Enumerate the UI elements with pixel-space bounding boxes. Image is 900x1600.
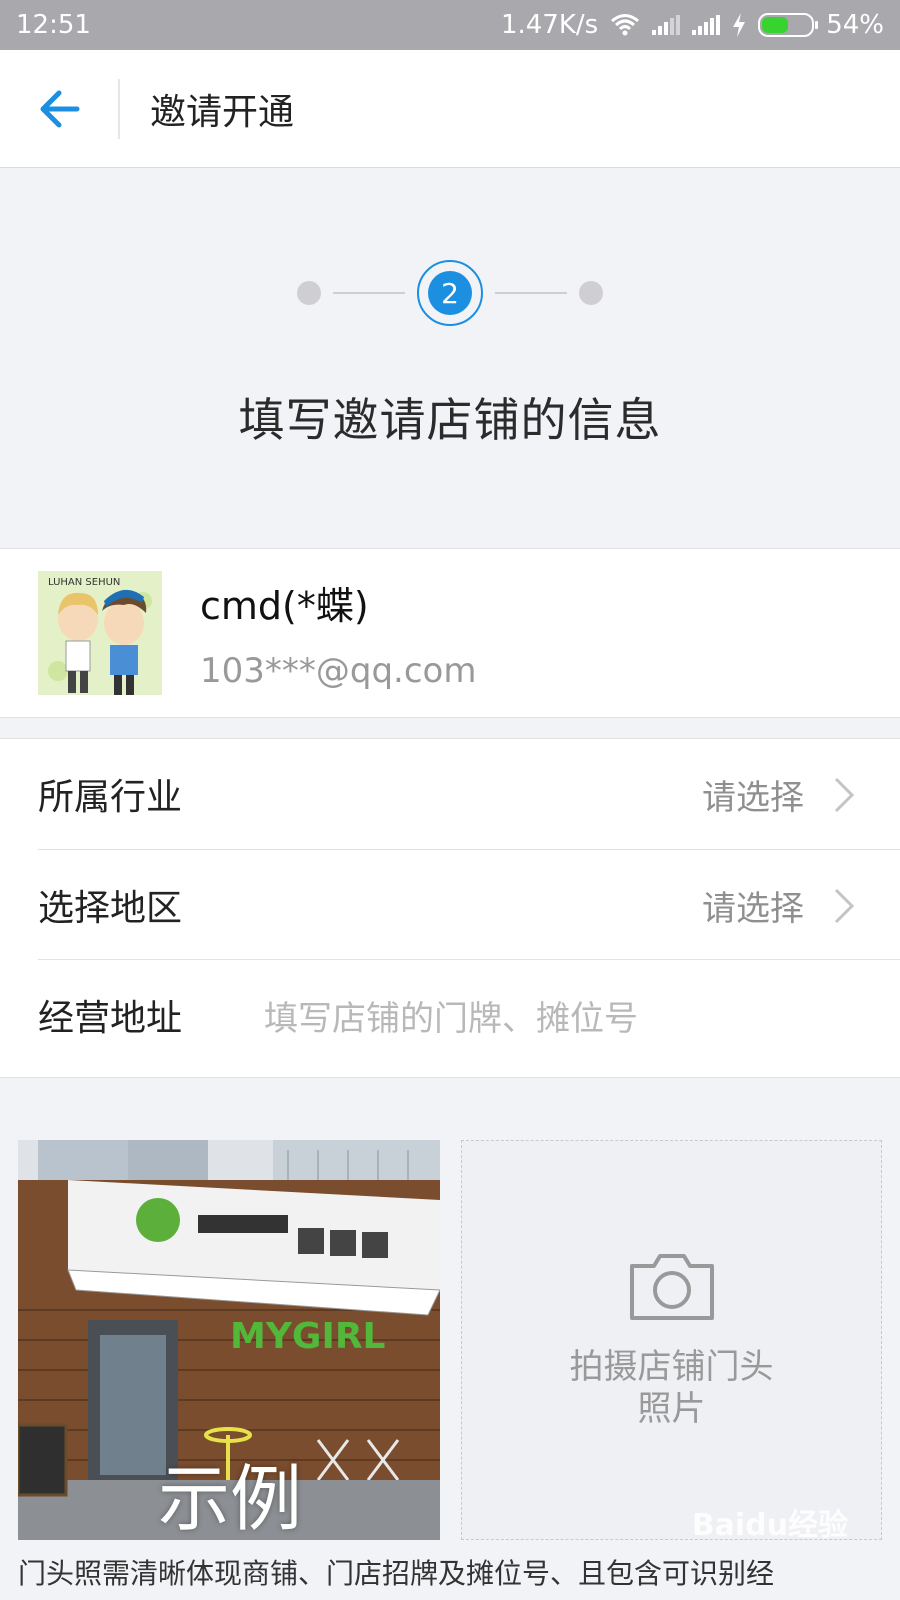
- region-label: 选择地区: [38, 888, 183, 929]
- industry-row[interactable]: 所属行业 请选择: [0, 739, 900, 849]
- app-bar: 邀请开通: [0, 50, 900, 168]
- industry-value[interactable]: 请选择: [702, 770, 804, 819]
- step-dot-1: [297, 281, 321, 305]
- photo-requirement-note: 门头照需清晰体现商铺、门店招牌及摊位号、且包含可识别经: [18, 1557, 775, 1590]
- step-dot-3: [579, 281, 603, 305]
- user-name: cmd(*蝶): [200, 584, 369, 628]
- region-value[interactable]: 请选择: [702, 881, 804, 930]
- svg-text:LUHAN SEHUN: LUHAN SEHUN: [48, 577, 120, 588]
- address-input[interactable]: 填写店铺的门牌、摊位号: [264, 991, 638, 1040]
- store-sign-text: MYGIRL: [230, 1316, 386, 1357]
- battery-icon: [758, 13, 819, 37]
- step-heading: 填写邀请店铺的信息: [238, 393, 662, 447]
- signal-icon: [652, 15, 681, 35]
- status-time: 12:51: [16, 10, 91, 40]
- industry-label: 所属行业: [38, 777, 183, 818]
- step-indicator: 2: [0, 258, 900, 328]
- wifi-icon: [611, 14, 640, 36]
- signal-icon: [692, 15, 721, 35]
- chevron-right-icon: [834, 777, 855, 813]
- store-info-form: 所属行业 请选择 选择地区 请选择 经营地址 填写店铺的门牌、摊位号: [0, 738, 900, 1078]
- status-icons: 1.47K/s 54%: [501, 10, 884, 40]
- step-connector: [333, 292, 405, 294]
- avatar: LUHAN SEHUN: [38, 571, 162, 695]
- camera-icon: [629, 1254, 714, 1320]
- address-label: 经营地址: [38, 998, 183, 1039]
- arrow-left-icon[interactable]: [37, 89, 81, 129]
- upload-label: 拍摄店铺门头照片: [569, 1347, 774, 1429]
- network-speed: 1.47K/s: [500, 10, 599, 40]
- user-card: LUHAN SEHUN cmd(*蝶) 103***@qq.com: [0, 548, 900, 718]
- back-button[interactable]: [0, 78, 120, 139]
- battery-percent: 54%: [826, 10, 884, 40]
- upload-store-photo-button[interactable]: 拍摄店铺门头照片: [461, 1140, 882, 1540]
- address-row[interactable]: 经营地址 填写店铺的门牌、摊位号: [0, 960, 900, 1070]
- example-label: 示例: [158, 1457, 303, 1540]
- charging-icon: [733, 13, 746, 37]
- example-store-photo: MYGIRL 示例: [18, 1140, 440, 1540]
- page-title: 邀请开通: [150, 91, 295, 133]
- chevron-right-icon: [834, 888, 855, 924]
- step-connector: [495, 292, 567, 294]
- step-number: 2: [428, 271, 472, 315]
- watermark: Baidu经验: [691, 1508, 848, 1543]
- step-current: 2: [417, 260, 483, 326]
- status-bar: 12:51 1.47K/s 54%: [0, 0, 900, 50]
- region-row[interactable]: 选择地区 请选择: [0, 850, 900, 960]
- user-email: 103***@qq.com: [200, 651, 477, 691]
